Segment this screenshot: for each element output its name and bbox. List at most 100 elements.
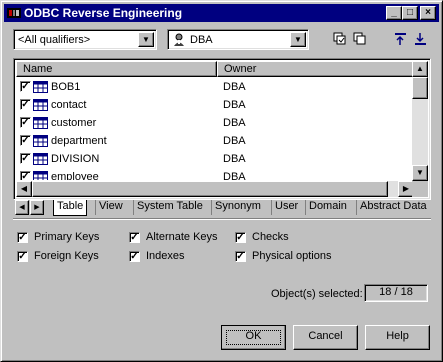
reverse-options: ✓ Primary Keys ✓ Foreign Keys ✓ Alternate K… <box>15 224 431 274</box>
column-header-name[interactable]: Name <box>16 61 217 77</box>
arrow-right-icon: ▶ <box>402 184 410 193</box>
row-name: department <box>51 135 107 147</box>
tab-abstract-data[interactable]: Abstract Data <box>356 200 431 215</box>
qualifier-dropdown[interactable]: <All qualifiers> ▼ <box>13 29 157 50</box>
tab-view[interactable]: View <box>95 200 126 215</box>
objects-selected-count: 18 / 18 <box>364 284 428 302</box>
close-button[interactable]: × <box>420 6 436 20</box>
physical-options-option[interactable]: ✓ Physical options <box>235 250 332 262</box>
scroll-down-button[interactable]: ▼ <box>412 165 428 181</box>
table-icon <box>33 153 48 165</box>
primary-keys-checkbox[interactable]: ✓ <box>17 231 28 243</box>
indexes-checkbox[interactable]: ✓ <box>129 250 140 262</box>
app-icon <box>7 8 21 18</box>
help-button[interactable]: Help <box>365 325 430 350</box>
row-checkbox[interactable]: ✓ <box>20 153 31 164</box>
scroll-left-button[interactable]: ◀ <box>16 181 32 197</box>
cancel-button-label: Cancel <box>308 330 343 342</box>
arrow-up-icon: ▲ <box>416 64 424 73</box>
objects-list[interactable]: Name Owner ✓ BOB1 DBA ✓ contact DBA ✓ cu… <box>13 58 431 200</box>
row-owner: DBA <box>223 117 246 129</box>
minimize-button[interactable]: _ <box>386 6 402 20</box>
table-row[interactable]: ✓ employee DBA <box>16 168 414 180</box>
tab-system-table[interactable]: System Table <box>133 200 206 215</box>
row-checkbox[interactable]: ✓ <box>20 171 31 180</box>
vertical-scrollbar[interactable]: ▲ ▼ <box>412 61 428 181</box>
checks-checkbox[interactable]: ✓ <box>235 231 246 243</box>
row-name: contact <box>51 99 87 111</box>
tab-scroll-right-button[interactable]: ▶ <box>30 200 44 215</box>
owner-dropdown[interactable]: DBA ▼ <box>167 29 309 50</box>
move-up-icon <box>395 33 406 45</box>
tab-scroll-left-button[interactable]: ◀ <box>15 200 29 215</box>
table-icon <box>33 171 48 180</box>
select-all-icon <box>333 32 346 45</box>
tab-user[interactable]: User <box>271 200 302 215</box>
horizontal-scroll-thumb[interactable] <box>32 181 388 197</box>
qualifier-value: <All qualifiers> <box>18 34 91 46</box>
vertical-scroll-thumb[interactable] <box>412 77 428 99</box>
user-icon <box>174 33 184 46</box>
arrow-left-icon: ◀ <box>19 204 25 211</box>
scroll-up-button[interactable]: ▲ <box>412 61 428 77</box>
deselect-all-button[interactable] <box>351 30 369 48</box>
minimize-icon: _ <box>391 7 397 18</box>
table-row[interactable]: ✓ DIVISION DBA <box>16 150 414 168</box>
tab-synonym[interactable]: Synonym <box>211 200 264 215</box>
checks-option[interactable]: ✓ Checks <box>235 231 289 243</box>
row-checkbox[interactable]: ✓ <box>20 81 31 92</box>
physical-options-label: Physical options <box>252 250 332 262</box>
tab-domain[interactable]: Domain <box>305 200 350 215</box>
arrow-left-icon: ◀ <box>20 184 28 193</box>
arrow-right-icon: ▶ <box>34 204 40 211</box>
row-name: BOB1 <box>51 81 81 93</box>
row-name: DIVISION <box>51 153 100 165</box>
row-owner: DBA <box>223 135 246 147</box>
owner-value: DBA <box>190 34 213 46</box>
objects-selected-label: Object(s) selected: <box>271 288 363 300</box>
table-icon <box>33 117 48 129</box>
close-icon: × <box>425 7 431 18</box>
foreign-keys-checkbox[interactable]: ✓ <box>17 250 28 262</box>
move-down-button[interactable] <box>412 30 430 48</box>
cancel-button[interactable]: Cancel <box>293 325 358 350</box>
foreign-keys-option[interactable]: ✓ Foreign Keys <box>17 250 99 262</box>
owner-dropdown-button[interactable]: ▼ <box>290 32 306 47</box>
window-title: ODBC Reverse Engineering <box>24 6 183 20</box>
maximize-button[interactable]: □ <box>402 6 418 20</box>
chevron-down-icon: ▼ <box>142 35 150 44</box>
divider <box>13 218 431 220</box>
row-owner: DBA <box>223 81 246 93</box>
table-row[interactable]: ✓ contact DBA <box>16 96 414 114</box>
move-up-button[interactable] <box>392 30 410 48</box>
scrollbar-corner <box>412 181 428 197</box>
alternate-keys-option[interactable]: ✓ Alternate Keys <box>129 231 218 243</box>
row-checkbox[interactable]: ✓ <box>20 99 31 110</box>
alternate-keys-checkbox[interactable]: ✓ <box>129 231 140 243</box>
primary-keys-option[interactable]: ✓ Primary Keys <box>17 231 99 243</box>
physical-options-checkbox[interactable]: ✓ <box>235 250 246 262</box>
chevron-down-icon: ▼ <box>294 35 302 44</box>
row-owner: DBA <box>223 153 246 165</box>
tab-table[interactable]: Table <box>53 200 88 216</box>
table-row[interactable]: ✓ customer DBA <box>16 114 414 132</box>
table-row[interactable]: ✓ BOB1 DBA <box>16 78 414 96</box>
foreign-keys-label: Foreign Keys <box>34 250 99 262</box>
title-bar[interactable]: ODBC Reverse Engineering _ □ × <box>4 4 439 22</box>
row-checkbox[interactable]: ✓ <box>20 135 31 146</box>
arrow-down-icon: ▼ <box>416 168 424 177</box>
indexes-option[interactable]: ✓ Indexes <box>129 250 185 262</box>
qualifier-dropdown-button[interactable]: ▼ <box>138 32 154 47</box>
move-down-icon <box>415 33 426 45</box>
row-owner: DBA <box>223 99 246 111</box>
table-icon <box>33 81 48 93</box>
column-header-owner[interactable]: Owner <box>217 61 414 77</box>
indexes-label: Indexes <box>146 250 185 262</box>
object-type-tabs: ◀ ▶ Table View System Table Synonym User… <box>13 200 431 216</box>
horizontal-scrollbar[interactable]: ◀ ▶ <box>16 181 414 197</box>
ok-button[interactable]: OK <box>221 325 286 350</box>
row-name: employee <box>51 171 99 180</box>
select-all-button[interactable] <box>331 30 349 48</box>
table-row[interactable]: ✓ department DBA <box>16 132 414 150</box>
row-checkbox[interactable]: ✓ <box>20 117 31 128</box>
